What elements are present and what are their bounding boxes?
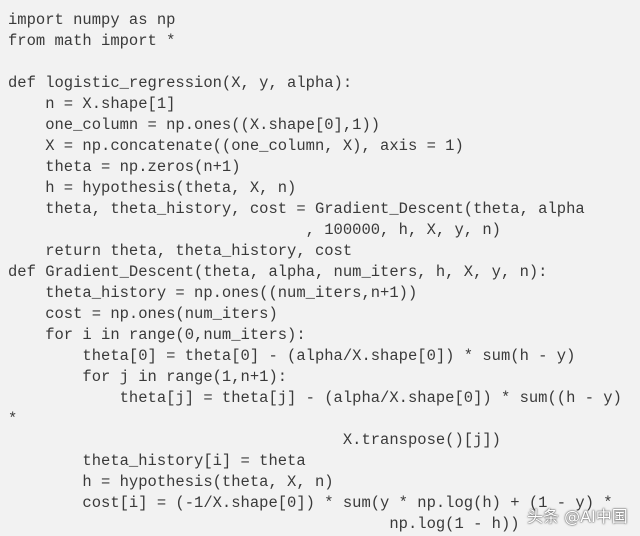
code-line: return theta, theta_history, cost [8,242,353,260]
code-line: theta = np.zeros(n+1) [8,158,241,176]
watermark: 头条 @AI中国 [527,507,628,526]
code-line: , 100000, h, X, y, n) [8,221,501,239]
code-line: one_column = np.ones((X.shape[0],1)) [8,116,381,134]
code-line: import numpy as np [8,11,176,29]
code-line: def Gradient_Descent(theta, alpha, num_i… [8,263,548,281]
code-block: import numpy as np from math import * def … [8,10,622,535]
code-line: theta[j] = theta[j] - (alpha/X.shape[0])… [8,389,622,407]
code-line: for j in range(1,n+1): [8,368,288,386]
code-line: n = X.shape[1] [8,95,176,113]
code-line: theta_history[i] = theta [8,452,306,470]
code-line: X = np.concatenate((one_column, X), axis… [8,137,464,155]
code-line: theta_history = np.ones((num_iters,n+1)) [8,284,418,302]
code-line: h = hypothesis(theta, X, n) [8,473,334,491]
code-line: * [8,410,18,428]
code-line: cost = np.ones(num_iters) [8,305,278,323]
code-line: theta, theta_history, cost = Gradient_De… [8,200,585,218]
code-line: X.transpose()[j]) [8,431,501,449]
code-line: for i in range(0,num_iters): [8,326,306,344]
code-line: from math import * [8,32,176,50]
code-line: theta[0] = theta[0] - (alpha/X.shape[0])… [8,347,576,365]
code-line: h = hypothesis(theta, X, n) [8,179,297,197]
code-line: def logistic_regression(X, y, alpha): [8,74,353,92]
